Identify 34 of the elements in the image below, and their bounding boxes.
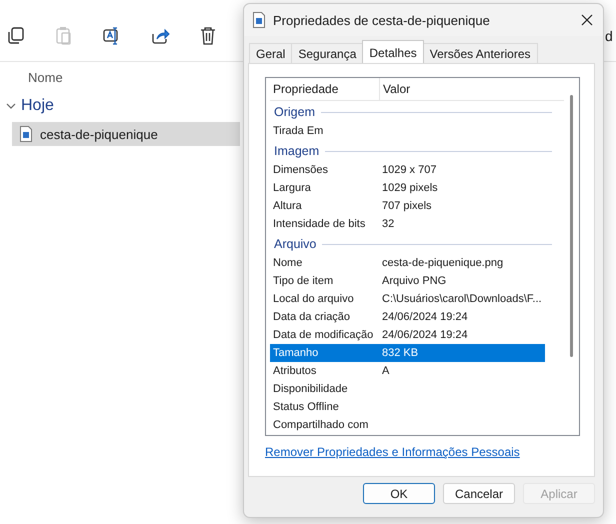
tab[interactable]: Detalhes [362, 40, 424, 63]
section-heading: Arquivo [274, 237, 316, 251]
window-title: Propriedades de cesta-de-piquenique [273, 12, 491, 28]
property-row[interactable]: Tamanho 832 KB [270, 344, 545, 362]
background-text: d [605, 28, 613, 44]
tab[interactable]: Versões Anteriores [422, 43, 538, 63]
property-row[interactable]: Disponibilidade [270, 380, 545, 398]
column-header[interactable]: Propriedade [270, 78, 380, 100]
file-row[interactable]: cesta-de-piquenique [12, 122, 240, 146]
property-row[interactable]: Altura 707 pixels [270, 197, 545, 215]
property-row[interactable]: Tirada Em [270, 122, 545, 140]
property-row[interactable]: Nome cesta-de-piquenique.png [270, 254, 545, 272]
property-row[interactable]: Tipo de item Arquivo PNG [270, 272, 545, 290]
image-file-icon [253, 12, 265, 28]
group-header[interactable]: Hoje [0, 94, 55, 118]
remove-properties-link[interactable]: Remover Propriedades e Informações Pessoais [265, 445, 520, 459]
image-file-icon [20, 126, 32, 142]
property-row[interactable]: Status Offline [270, 398, 545, 416]
property-row[interactable]: Data de modificação 24/06/2024 19:24 [270, 326, 545, 344]
property-row[interactable]: Compartilhado com [270, 416, 545, 434]
column-header[interactable]: Valor [380, 78, 410, 100]
ok-button[interactable]: OK [363, 483, 435, 504]
dialog-button[interactable]: Cancelar [443, 483, 515, 504]
property-row[interactable]: Dimensões 1029 x 707 [270, 161, 545, 179]
section-heading: Origem [274, 105, 315, 119]
property-row[interactable]: Largura 1029 pixels [270, 179, 545, 197]
tab[interactable]: Geral [249, 43, 292, 63]
property-row[interactable]: Intensidade de bits 32 [270, 215, 545, 233]
close-button[interactable] [581, 14, 593, 26]
property-row[interactable]: Local do arquivo C:\Usuários\carol\Downloads\F... [270, 290, 545, 308]
property-row[interactable]: Data da criação 24/06/2024 19:24 [270, 308, 545, 326]
tab[interactable]: Segurança [291, 43, 364, 63]
property-row[interactable]: Atributos A [270, 362, 545, 380]
section-heading: Imagem [274, 144, 320, 158]
